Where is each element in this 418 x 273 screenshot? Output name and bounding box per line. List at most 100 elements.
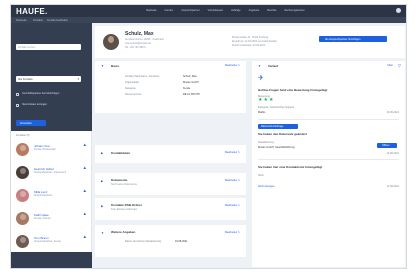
chevron-down-icon[interactable]: ▼ — [258, 64, 261, 68]
list-item[interactable]: Kathi Hase Kunde, Partner ▴ — [16, 212, 86, 230]
list-item[interactable]: Milla Lenz Ansprechpartner ▴ — [16, 189, 86, 207]
field-label: Organisation — [125, 81, 140, 84]
dokumente-section[interactable]: ▶ Dokumente Noch keine Dokumente Bearbei… — [95, 173, 246, 195]
checkbox-stammdaten[interactable]: Stammdaten anzeigen — [16, 103, 70, 107]
app-window: HAUFE. Startseite Kunden Ansprechpartner… — [10, 4, 407, 269]
field-value: 19.08.2021 — [175, 240, 188, 243]
nav-item-kunden[interactable]: Kunden — [165, 9, 174, 12]
chevron-right-icon[interactable]: ▶ — [101, 151, 103, 155]
rating-stars: ★★★ — [258, 97, 275, 103]
nav-item-angebote[interactable]: Angebote — [249, 9, 260, 12]
show-note-link[interactable]: Notiz anzeigen — [258, 185, 275, 188]
section-subtitle: Kein Eintrag vorhanden — [111, 208, 138, 211]
search-placeholder: Kontakt suchen — [18, 45, 36, 49]
nav-item-rechnungskonten[interactable]: Rechnungskonten — [284, 9, 304, 12]
open-button-label: Öffnen — [382, 144, 390, 147]
favorite-icon[interactable]: ▴ — [83, 189, 86, 194]
history-filter-button[interactable]: Filter — [387, 64, 393, 67]
favorite-icon[interactable]: ▴ — [83, 212, 86, 217]
haufe-logo: HAUFE. — [16, 7, 48, 16]
section-title: Kontaktdaten — [111, 151, 131, 155]
nav-item-startseite[interactable]: Startseite — [146, 9, 157, 12]
chevron-down-icon[interactable]: ▼ — [101, 231, 104, 235]
status-badge-label: Datenschutzanfrage — [261, 125, 284, 128]
checkbox-label: Stammdaten anzeigen — [22, 103, 48, 106]
nav-item-vertriebsteam[interactable]: Vertriebsteam — [208, 9, 223, 12]
history-item-label: Notiz — [258, 174, 264, 177]
section-title: Kontakte DSB-Ordner — [111, 203, 143, 207]
header-modified: Zuletzt bearbeitet: 04.09.2021 — [232, 44, 266, 47]
chevron-down-icon[interactable]: ▼ — [101, 64, 104, 68]
nav-item-ansprechpartner[interactable]: Ansprechpartner — [181, 9, 199, 12]
checkbox-icon[interactable] — [16, 92, 19, 96]
header-email[interactable]: max.schulz@muster.de — [125, 42, 151, 45]
user-avatar-icon[interactable] — [396, 8, 401, 13]
add-contact-person-label: Als Ansprechpartner hinzufügen — [325, 37, 361, 41]
avatar — [16, 166, 29, 179]
dsb-section[interactable]: ▶ Kontakte DSB-Ordner Kein Eintrag vorha… — [95, 198, 246, 220]
avatar — [103, 34, 119, 50]
filter-icon[interactable]: ▽ — [398, 63, 401, 68]
kontaktdaten-section[interactable]: ▶ Kontaktdaten Bearbeiten ✎ — [95, 145, 246, 163]
apply-button[interactable]: Anwenden — [16, 120, 46, 126]
contact-list: Kontakte (5) Johann Frei Kunde, Rücksend… — [11, 131, 92, 252]
contact-filter-select[interactable]: Alle Kontakte ▾ — [16, 76, 81, 82]
history-item-date: 12.09.2021 — [386, 152, 399, 155]
contact-role: Ansprechpartner — [34, 194, 53, 197]
field-value: Muster GmbH — [183, 81, 199, 84]
edit-section-button[interactable]: Bearbeiten ✎ — [225, 231, 240, 234]
breadcrumb-item-current: Kontakt bearbeiten — [47, 18, 68, 22]
weitere-angaben-section: ▼ Weitere Angaben Bearbeiten ✎ Datum der… — [95, 225, 246, 257]
edit-section-button[interactable]: Bearbeiten ✎ — [225, 179, 240, 182]
contact-header-card: Schulz, Max Kundennummer 10256 · Kaufman… — [95, 26, 405, 58]
basis-section: ▼ Basis Bearbeiten ✎ Kontakt (Nachname, … — [95, 61, 246, 113]
breadcrumb-item-kontakte[interactable]: Kontakte — [33, 19, 43, 22]
section-title: Dokumente — [111, 178, 128, 182]
edit-section-button[interactable]: Bearbeiten ✎ — [225, 204, 240, 207]
contact-role: Ansprechpartner, Interessent — [34, 171, 67, 174]
chevron-right-icon[interactable]: ▶ — [101, 179, 103, 183]
checkbox-icon[interactable] — [16, 103, 19, 107]
edit-basis-button[interactable]: Bearbeiten ✎ — [225, 64, 240, 67]
list-item[interactable]: Johann Frei Kunde, Rücksender ▴ — [16, 143, 86, 161]
favorite-icon[interactable]: ▴ — [83, 166, 86, 171]
field-value: DE 12 345 678 — [183, 93, 200, 96]
edit-section-label: Bearbeiten — [225, 231, 238, 234]
nav-item-auftraege[interactable]: Aufträge — [231, 9, 240, 12]
breadcrumb-item-startseite[interactable]: Startseite — [16, 19, 27, 22]
select-value: Alle Kontakte — [18, 77, 33, 81]
avatar — [16, 212, 29, 225]
history-item-label: Aktualisierung — [258, 141, 274, 144]
favorite-icon[interactable]: ▴ — [83, 235, 86, 240]
search-input[interactable]: Kontakt suchen — [16, 44, 81, 50]
open-button[interactable]: Öffnen — [377, 143, 397, 148]
nav-item-berichte[interactable]: Berichte — [267, 9, 276, 12]
section-title: Weitere Angaben — [111, 230, 136, 234]
history-item-caption: Kategorie: Telefonischer Support — [258, 106, 295, 109]
history-item-title: Sie haben hier eine Kontaktnotiz hinzuge… — [258, 165, 323, 169]
edit-section-label: Bearbeiten — [225, 179, 238, 182]
rocket-icon: ✈ — [258, 75, 264, 82]
header-created: Erstellt am 12.03.2019 von Administrator — [232, 40, 278, 43]
history-item-date: 11.09.2021 — [386, 185, 399, 188]
list-item[interactable]: Heinrich Hübel Ansprechpartner, Interess… — [16, 166, 86, 184]
history-item-title: Sie haben den Datensatz geändert — [258, 132, 307, 136]
divider — [258, 159, 399, 160]
checkbox-label: Geschäftspartner berücksichtigen — [22, 92, 60, 95]
avatar — [16, 143, 29, 156]
avatar — [16, 189, 29, 202]
field-label: Datum der letzten Aktualisierung — [125, 240, 161, 243]
history-item-user: Mathis — [258, 111, 266, 114]
checkbox-partner[interactable]: Geschäftspartner berücksichtigen — [16, 92, 70, 96]
chevron-right-icon[interactable]: ▶ — [101, 204, 103, 208]
main-nav: Startseite Kunden Ansprechpartner Vertri… — [146, 9, 305, 12]
edit-section-button[interactable]: Bearbeiten ✎ — [225, 151, 240, 154]
page-title: Schulz, Max — [125, 31, 154, 37]
avatar — [16, 235, 29, 248]
header-phone: Tel. +49 761 898 0 — [125, 46, 146, 49]
add-contact-person-button[interactable]: Als Ansprechpartner hinzufügen — [319, 36, 387, 42]
contact-role: Kunde, Rücksender — [34, 148, 56, 151]
field-label: Steuernummer — [125, 93, 142, 96]
favorite-icon[interactable]: ▴ — [83, 143, 86, 148]
list-item[interactable]: Tom Braun Ansprechpartner, Kunde ▴ — [16, 235, 86, 253]
